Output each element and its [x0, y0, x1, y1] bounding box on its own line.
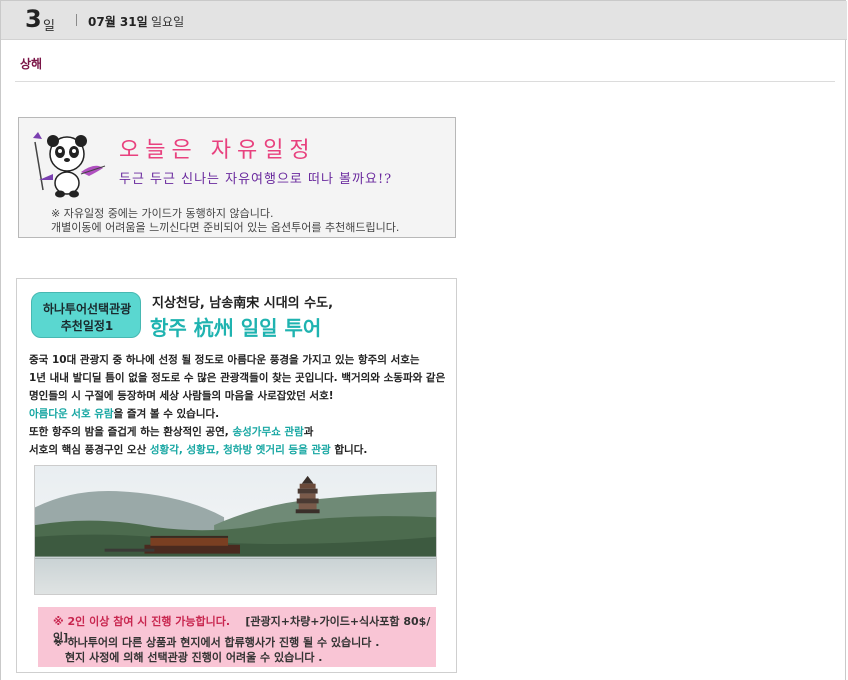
- tour-title: 항주 杭州 일일 투어: [150, 316, 322, 340]
- highlight-text: 송성가무쇼 관람: [232, 426, 304, 438]
- optional-tour-card: 하나투어선택관광 추천일정1 지상천당, 남송南宋 시대의 수도, 항주 杭州 …: [16, 278, 457, 673]
- desc-text: 을 즐겨 볼 수 있습니다.: [113, 408, 220, 420]
- desc-text: 또한 항주의 밤을 즐겁게 하는 환상적인 공연,: [29, 426, 233, 438]
- notice-mark: ※ 2인 이상 참여 시 진행 가능합니다.: [53, 615, 231, 628]
- day-suffix: 일: [43, 19, 55, 34]
- notice-line-2: ※ 하나투어의 다른 상품과 현지에서 합류행사가 진행 될 수 있습니다 .: [53, 636, 380, 649]
- day-date: 07월 31일: [88, 15, 148, 29]
- tour-desc-line-6: 서호의 핵심 풍경구인 오산 성황각, 성황묘, 청하방 옛거리 등을 관광 합…: [29, 442, 367, 457]
- tour-desc-line-2: 1년 내내 발디딜 틈이 없을 정도로 수 많은 관광객들이 찾는 곳입니다. …: [29, 372, 446, 384]
- header-divider: [76, 14, 77, 26]
- free-schedule-subtitle: 두근 두근 신나는 자유여행으로 떠나 볼까요!?: [119, 172, 393, 187]
- tour-desc-line-1: 중국 10대 관광지 중 하나에 선정 될 정도로 아름다운 풍경을 가지고 있…: [29, 354, 420, 366]
- free-schedule-title: 오늘은 자유일정: [119, 138, 316, 163]
- notice-line-3: 현지 사정에 의해 선택관광 진행이 어려울 수 있습니다 .: [65, 651, 323, 664]
- badge-line-1: 하나투어선택관광: [42, 302, 132, 316]
- day-weekday: 일요일: [151, 15, 185, 29]
- panda-mascot-icon: [33, 132, 106, 198]
- badge-line-2: 추천일정1: [60, 319, 114, 333]
- recommend-badge: 하나투어선택관광 추천일정1: [31, 292, 141, 338]
- tour-desc-line-5: 또한 항주의 밤을 즐겁게 하는 환상적인 공연, 송성가무쇼 관람과: [29, 424, 313, 439]
- free-schedule-banner: 오늘은 자유일정 두근 두근 신나는 자유여행으로 떠나 볼까요!? ※ 자유일…: [18, 117, 456, 238]
- notice-box: ※ 2인 이상 참여 시 진행 가능합니다. [관광지+차량+가이드+식사포함 …: [38, 607, 436, 667]
- free-schedule-note-2: 개별이동에 어려움을 느끼신다면 준비되어 있는 옵션투어를 추천해드립니다.: [51, 221, 400, 234]
- highlight-text: 성황각, 성황묘, 청하방 옛거리 등을 관광: [149, 444, 331, 456]
- day-number: 3: [25, 5, 42, 33]
- desc-text: 합니다.: [330, 444, 368, 456]
- west-lake-photo: [34, 465, 437, 595]
- divider: [15, 81, 835, 82]
- highlight-text: 아름다운 서호 유람: [29, 408, 114, 420]
- tour-desc-line-3: 명인들의 시 구절에 등장하며 세상 사람들의 마음을 사로잡았던 서호!: [29, 390, 334, 402]
- city-name: 상해: [20, 57, 43, 71]
- desc-text: 서호의 핵심 풍경구인 오산: [29, 444, 150, 456]
- tour-desc-line-4: 아름다운 서호 유람을 즐겨 볼 수 있습니다.: [29, 406, 219, 421]
- desc-text: 과: [303, 426, 314, 438]
- day-header: 3 일 07월 31일 일요일: [1, 1, 847, 40]
- itinerary-container: 3 일 07월 31일 일요일 상해 오늘은 자유일정 두근 두근 신나는 자유: [0, 0, 847, 680]
- tour-subtitle: 지상천당, 남송南宋 시대의 수도,: [152, 296, 334, 311]
